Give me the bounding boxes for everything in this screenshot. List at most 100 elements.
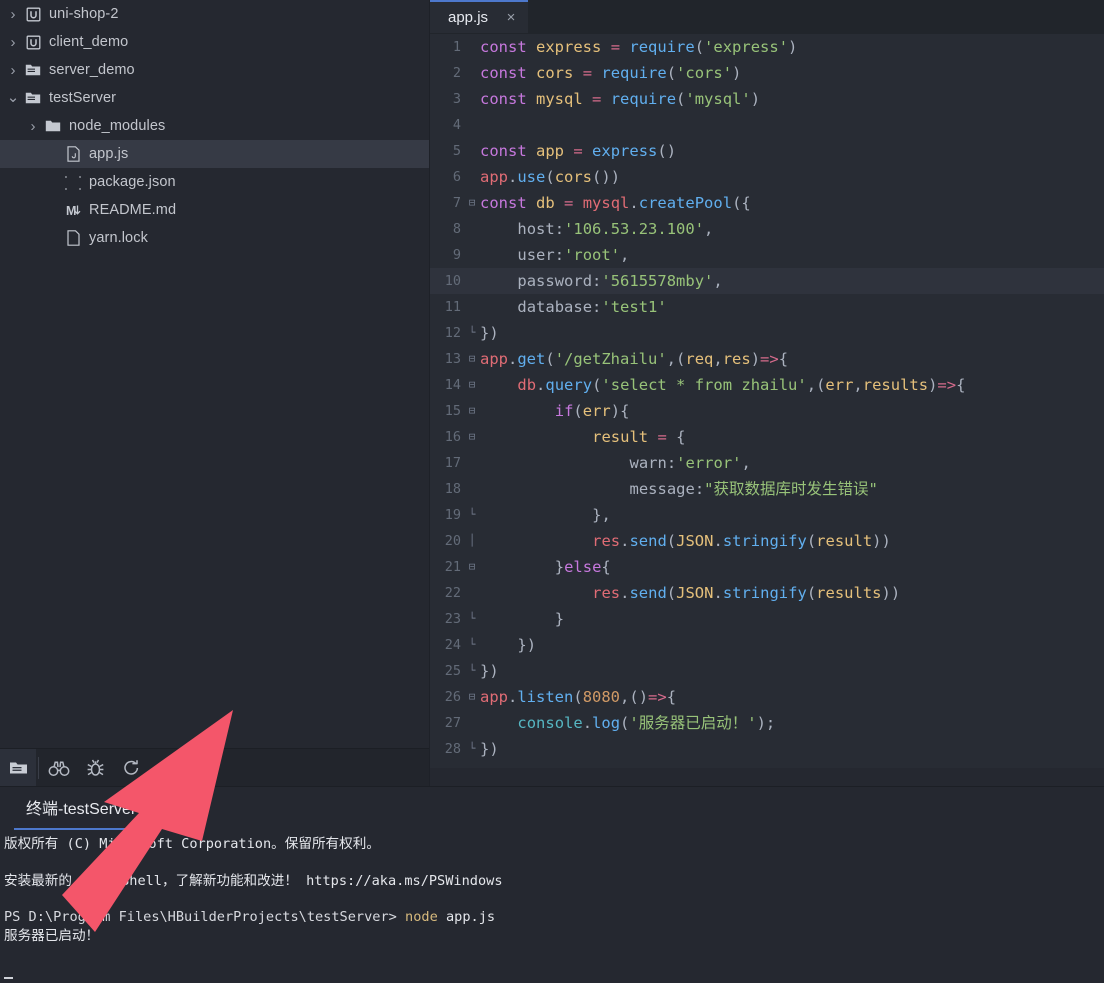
fold-marker[interactable]: ⊟ (464, 684, 480, 710)
chevron-right-icon[interactable]: › (4, 62, 22, 79)
fold-marker[interactable] (464, 164, 480, 190)
code-line[interactable]: 16 ⊟ result = { (430, 424, 1104, 450)
tree-item-server-demo[interactable]: › server_demo (0, 56, 430, 84)
code-line[interactable]: 18 message:"获取数据库时发生错误" (430, 476, 1104, 502)
code-line[interactable]: 28 └}) (430, 736, 1104, 762)
fold-marker[interactable]: └ (464, 502, 480, 528)
code-lines-container[interactable]: 1 const express = require('express') 2 cons… (430, 34, 1104, 787)
run-refresh-icon[interactable] (113, 749, 149, 787)
fold-marker[interactable]: ⊟ (464, 190, 480, 216)
fold-marker[interactable] (464, 60, 480, 86)
code-line[interactable]: 12 └}) (430, 320, 1104, 346)
code-line[interactable]: 14 ⊟ db.query('select * from zhailu',(err… (430, 372, 1104, 398)
code-text: }) (517, 636, 537, 654)
fold-marker[interactable] (464, 268, 480, 294)
code-line[interactable]: 13 ⊟ app.get('/getZhailu',(req,res)=>{ (430, 346, 1104, 372)
fold-marker[interactable]: ⊟ (464, 372, 480, 398)
code-line[interactable]: 25 └}) (430, 658, 1104, 684)
line-number: 23 (444, 611, 461, 627)
code-text: }) (480, 324, 499, 342)
code-line[interactable]: 27 console.log('服务器已启动！'); (430, 710, 1104, 736)
fold-marker[interactable]: ⊟ (464, 424, 480, 450)
code-text: }else{ (554, 558, 611, 576)
fold-marker[interactable]: ⊟ (464, 554, 480, 580)
chevron-right-icon[interactable]: › (24, 118, 42, 135)
code-text: host:'106.53.23.100', (517, 220, 714, 238)
chevron-right-icon[interactable]: › (4, 34, 22, 51)
tree-item-node-modules[interactable]: › node_modules (0, 112, 430, 140)
code-line[interactable]: 1 const express = require('express') (430, 34, 1104, 60)
debug-bug-icon[interactable] (77, 749, 113, 787)
tree-item-app-js[interactable]: app.js (0, 140, 430, 168)
code-line[interactable]: 8 host:'106.53.23.100', (430, 216, 1104, 242)
terminal-output[interactable]: 版权所有 (C) Microsoft Corporation。保留所有权利。 安装… (0, 833, 1104, 982)
line-number: 12 (444, 325, 461, 341)
code-line[interactable]: 22 res.send(JSON.stringify(results)) (430, 580, 1104, 606)
code-line[interactable]: 9 user:'root', (430, 242, 1104, 268)
tree-item-uni-shop-2[interactable]: › uni-shop-2 (0, 0, 430, 28)
code-line[interactable]: 21 ⊟ }else{ (430, 554, 1104, 580)
code-line[interactable]: 17 warn:'error', (430, 450, 1104, 476)
code-line[interactable]: 26 ⊟ app.listen(8080,()=>{ (430, 684, 1104, 710)
cloud-service-icon[interactable] (149, 749, 185, 787)
code-line[interactable]: 11 database:'test1' (430, 294, 1104, 320)
fold-marker[interactable] (464, 34, 480, 60)
fold-marker[interactable]: ⊟ (464, 346, 480, 372)
fold-marker[interactable]: └ (464, 632, 480, 658)
tree-item-package-json[interactable]: [ ] package.json (0, 168, 430, 196)
fold-marker[interactable] (464, 294, 480, 320)
js-file-icon (62, 146, 84, 162)
code-line[interactable]: 20 │ res.send(JSON.stringify(result)) (430, 528, 1104, 554)
tree-item-label: client_demo (49, 34, 129, 50)
chevron-right-icon[interactable]: › (4, 6, 22, 23)
line-number: 15 (444, 403, 461, 419)
code-text: app.get('/getZhailu',(req,res)=>{ (480, 350, 789, 368)
chevron-down-icon[interactable]: ⌄ (4, 90, 22, 105)
code-line[interactable]: 10 password:'5615578mby', (430, 268, 1104, 294)
fold-marker[interactable]: ⊟ (464, 398, 480, 424)
tree-item-testserver[interactable]: ⌄ testServer (0, 84, 430, 112)
code-line[interactable]: 23 └ } (430, 606, 1104, 632)
code-editor: app.js × 1 const express = require('expre… (430, 0, 1104, 787)
close-icon[interactable]: × (504, 10, 518, 25)
terminal-prompt: PS D:\Program Files\HBuilderProjects\tes… (4, 909, 406, 925)
fold-marker[interactable] (464, 476, 480, 502)
project-explorer-icon[interactable] (0, 749, 36, 787)
search-binoculars-icon[interactable] (41, 749, 77, 787)
tree-item-client-demo[interactable]: › client_demo (0, 28, 430, 56)
fold-marker[interactable]: └ (464, 658, 480, 684)
code-line[interactable]: 5 const app = express() (430, 138, 1104, 164)
ide-window: › uni-shop-2 › client_demo › server_demo ⌄ test… (0, 0, 1104, 983)
terminal-tab-bar: 终端-testServer (0, 787, 1104, 833)
fold-marker[interactable]: │ (464, 528, 480, 554)
fold-marker[interactable] (464, 450, 480, 476)
fold-marker[interactable]: └ (464, 606, 480, 632)
code-line[interactable]: 3 const mysql = require('mysql') (430, 86, 1104, 112)
fold-marker[interactable] (464, 710, 480, 736)
fold-marker[interactable] (464, 242, 480, 268)
editor-tab-bar: app.js × (430, 0, 1104, 34)
editor-tab-app-js[interactable]: app.js × (430, 0, 529, 33)
toolbar-divider (38, 757, 39, 779)
fold-marker[interactable] (464, 86, 480, 112)
fold-marker[interactable] (464, 138, 480, 164)
code-line[interactable]: 2 const cors = require('cors') (430, 60, 1104, 86)
terminal-cursor-line[interactable] (4, 963, 1104, 982)
fold-marker[interactable] (464, 580, 480, 606)
tree-item-yarn-lock[interactable]: yarn.lock (0, 224, 430, 252)
code-line[interactable]: 24 └ }) (430, 632, 1104, 658)
fold-marker[interactable]: └ (464, 320, 480, 346)
code-line[interactable]: 19 └ }, (430, 502, 1104, 528)
code-line[interactable]: 6 app.use(cors()) (430, 164, 1104, 190)
tree-item-readme-md[interactable]: M README.md (0, 196, 430, 224)
fold-marker[interactable] (464, 216, 480, 242)
line-number: 19 (444, 507, 461, 523)
code-line[interactable]: 15 ⊟ if(err){ (430, 398, 1104, 424)
code-line[interactable]: 7 ⊟ const db = mysql.createPool({ (430, 190, 1104, 216)
code-line[interactable]: 4 (430, 112, 1104, 138)
fold-marker[interactable] (464, 112, 480, 138)
fold-marker[interactable]: └ (464, 736, 480, 762)
terminal-tab-testserver[interactable]: 终端-testServer (14, 791, 149, 830)
code-text: }, (592, 506, 611, 524)
